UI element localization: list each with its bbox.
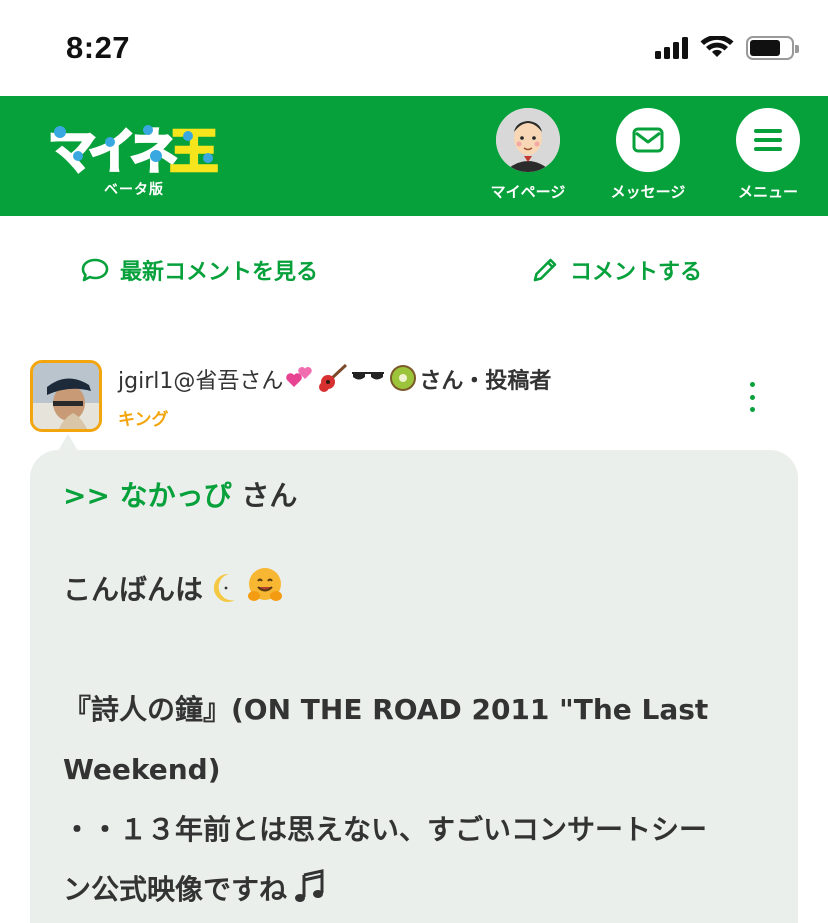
- kiwi-icon: [390, 365, 417, 391]
- latest-comments-link[interactable]: 最新コメントを見る: [80, 254, 318, 286]
- more-options-icon[interactable]: [744, 382, 760, 412]
- pencil-icon: [533, 258, 557, 282]
- author-avatar[interactable]: [30, 360, 102, 432]
- author-name-text: jgirl1@省吾さん: [118, 369, 284, 394]
- comment-line: ン公式映像ですね: [63, 860, 783, 923]
- comment-link[interactable]: コメントする: [530, 254, 702, 286]
- bubble-tail: [58, 434, 78, 451]
- author-name[interactable]: jgirl1@省吾さん さん・投稿者: [118, 363, 551, 395]
- reply-line: >> なかっぴ さん: [63, 466, 783, 526]
- music-notes-icon: [293, 866, 327, 923]
- comment-line: ・・１３年前とは思えない、すごいコンサートシー: [63, 813, 708, 846]
- author-rank-badge: キング: [118, 410, 169, 430]
- hugging-face-icon: [245, 565, 285, 626]
- app-header: マ イ ネ 王 ベータ版 マイ: [0, 96, 828, 216]
- battery-icon: [746, 36, 799, 60]
- menu-label: メニュー: [737, 183, 798, 201]
- menu-button[interactable]: メニュー: [720, 108, 816, 202]
- status-icons: [655, 36, 799, 60]
- comment-line-text: ン公式映像ですね: [63, 873, 288, 906]
- mypage-label: マイページ: [490, 183, 566, 201]
- moon-icon: [209, 566, 239, 626]
- status-bar: 8:27: [0, 0, 828, 96]
- mypage-button[interactable]: マイページ: [480, 108, 576, 202]
- author-role: さん・投稿者: [419, 369, 552, 394]
- status-time: 8:27: [66, 30, 131, 65]
- guitar-icon: [319, 363, 348, 392]
- wifi-icon: [700, 36, 734, 57]
- menu-icon: [736, 108, 800, 172]
- reply-to-link[interactable]: >> なかっぴ: [63, 479, 232, 512]
- comment-line: 『詩人の鐘』(ON THE ROAD 2011 "The Last: [63, 693, 709, 726]
- comment-line-text: こんばんは: [63, 573, 204, 606]
- speech-bubble-icon: [81, 258, 109, 282]
- hearts-icon: [286, 367, 313, 387]
- message-button[interactable]: メッセージ: [600, 108, 696, 202]
- sunglasses-icon: [352, 372, 385, 380]
- comment-label: コメントする: [570, 260, 703, 285]
- reply-suffix: さん: [231, 479, 298, 512]
- action-row: 最新コメントを見る コメントする: [0, 216, 828, 328]
- comment-line: こんばんは: [63, 560, 783, 626]
- message-label: メッセージ: [610, 183, 686, 201]
- mail-icon: [616, 108, 680, 172]
- cellular-signal-icon: [655, 37, 688, 59]
- author-emoji-row: [285, 363, 419, 393]
- svg-text:王: 王: [170, 124, 218, 180]
- avatar-icon: [496, 108, 560, 172]
- comment-line: Weekend): [63, 753, 221, 786]
- latest-comments-label: 最新コメントを見る: [120, 260, 319, 285]
- logo-subtitle: ベータ版: [104, 182, 164, 198]
- svg-text:イ: イ: [88, 124, 136, 180]
